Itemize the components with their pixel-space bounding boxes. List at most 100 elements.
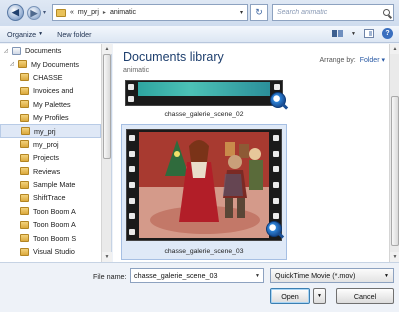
quicktime-icon [266, 221, 282, 237]
folder-icon [20, 247, 29, 256]
selected-file-item[interactable]: chasse_galerie_scene_03 [121, 124, 287, 260]
file-name-label[interactable]: chasse_galerie_scene_03 [126, 248, 282, 255]
open-button[interactable]: Open [270, 288, 310, 304]
cancel-button[interactable]: Cancel [336, 288, 394, 304]
breadcrumb-my-prj[interactable]: my_prj [78, 9, 99, 16]
nav-item[interactable]: My Palettes [0, 98, 101, 111]
organize-menu[interactable]: Organize ▼ [7, 30, 43, 39]
chevron-down-icon: ▼ [384, 272, 389, 279]
forward-button[interactable]: ▶ [27, 6, 41, 20]
cancel-button-label: Cancel [353, 291, 377, 301]
folder-icon [20, 207, 29, 216]
nav-item-label: My Palettes [33, 99, 71, 109]
folder-icon [20, 220, 29, 229]
file-name-input[interactable] [134, 271, 246, 280]
nav-item-label: CHASSE [33, 72, 63, 82]
nav-item-label: Invoices and [33, 86, 74, 96]
arrange-by-value: Folder [359, 57, 380, 64]
address-dropdown-icon[interactable]: ▾ [240, 9, 243, 16]
nav-item[interactable]: Toon Boom A [0, 205, 101, 218]
nav-item[interactable]: Invoices and [0, 84, 101, 97]
search-input[interactable] [277, 9, 377, 16]
file-list-scrollbar[interactable]: ▲ ▼ [389, 44, 399, 262]
file-type-select[interactable]: QuickTime Movie (*.mov) ▼ [270, 268, 394, 283]
nav-item[interactable]: Toon Boom A [0, 218, 101, 231]
breadcrumb-separator-icon[interactable]: ▸ [103, 9, 106, 16]
expand-arrow-icon[interactable]: ◿ [10, 61, 18, 67]
nav-scroll-thumb[interactable] [103, 54, 111, 159]
folder-icon [20, 73, 29, 82]
file-list-pane: Documents library animatic Arrange by: Fo… [113, 44, 399, 262]
refresh-icon: ↻ [255, 7, 263, 17]
scroll-down-icon[interactable]: ▼ [102, 252, 112, 262]
refresh-button[interactable]: ↻ [250, 4, 268, 21]
folder-icon [20, 140, 29, 149]
file-items: chasse_galerie_scene_02 chasse_galerie_s… [113, 80, 389, 262]
search-box[interactable] [272, 4, 394, 21]
nav-item-label: Documents [25, 46, 62, 56]
nav-item[interactable]: My Profiles [0, 111, 101, 124]
navigation-pane: ◿ Documents ◿ My Documents CHASSE Invoices an… [0, 44, 112, 262]
help-icon[interactable]: ? [382, 28, 393, 39]
nav-item[interactable]: Visual Studio [0, 245, 101, 258]
open-options-button[interactable]: ▼ [313, 288, 326, 304]
nav-item[interactable]: Toon Boom S [0, 231, 101, 244]
back-arrow-icon: ◀ [12, 7, 19, 17]
nav-item[interactable]: ShiftTrace [0, 191, 101, 204]
video-thumbnail[interactable] [125, 80, 283, 106]
breadcrumb-animatic[interactable]: animatic [110, 9, 136, 16]
video-frame [138, 82, 270, 96]
library-icon [12, 46, 21, 55]
nav-item[interactable]: my_prj [0, 124, 101, 138]
folder-icon [18, 60, 27, 69]
film-holes [127, 130, 137, 240]
back-button[interactable]: ◀ [7, 4, 24, 21]
toolbar-right: ▼ ? [332, 28, 393, 39]
nav-item[interactable]: ◿ My Documents [0, 57, 101, 70]
new-folder-button[interactable]: New folder [57, 30, 91, 39]
file-list-scroll-thumb[interactable] [391, 96, 399, 246]
search-icon [383, 9, 390, 16]
open-file-dialog: ◀ ▶ ▾ « my_prj ▸ animatic ▾ ↻ Organize▼ … [0, 0, 399, 312]
nav-item-label: ShiftTrace [33, 193, 66, 203]
open-button-label: Open [281, 291, 299, 301]
video-thumbnail[interactable] [126, 129, 282, 241]
nav-item-label: My Profiles [33, 113, 69, 123]
expand-arrow-icon[interactable]: ◿ [4, 48, 12, 54]
folder-icon [20, 113, 29, 122]
arrange-by-dropdown[interactable]: Folder ▾ [360, 57, 385, 64]
dancing-couple-image [139, 132, 269, 238]
file-name-label[interactable]: chasse_galerie_scene_02 [125, 111, 283, 118]
nav-item[interactable]: Projects [0, 151, 101, 164]
address-bar[interactable]: « my_prj ▸ animatic ▾ [52, 4, 248, 21]
nav-item-label: Toon Boom A [33, 220, 76, 230]
nav-item[interactable]: my_proj [0, 138, 101, 151]
file-name-combo[interactable]: ▼ [130, 268, 264, 283]
recent-pages-dropdown[interactable]: ▾ [43, 9, 46, 16]
folder-icon [20, 234, 29, 243]
scroll-up-icon[interactable]: ▲ [102, 44, 112, 54]
nav-item[interactable]: Reviews [0, 165, 101, 178]
breadcrumb-overflow[interactable]: « [70, 9, 74, 16]
nav-item[interactable]: ◿ Documents [0, 44, 101, 57]
scroll-down-icon[interactable]: ▼ [390, 252, 399, 262]
chevron-down-icon: ▼ [38, 31, 44, 37]
chevron-down-icon: ▼ [317, 293, 322, 299]
change-view-icon[interactable] [332, 29, 344, 38]
film-holes [126, 81, 136, 105]
nav-item[interactable]: Sample Mate [0, 178, 101, 191]
quicktime-icon [270, 92, 286, 108]
nav-item-label: my_prj [34, 126, 56, 136]
dialog-footer: File name: ▼ QuickTime Movie (*.mov) ▼ O… [0, 262, 399, 312]
nav-item[interactable]: CHASSE [0, 71, 101, 84]
chevron-down-icon[interactable]: ▼ [255, 273, 260, 279]
folder-icon [20, 100, 29, 109]
preview-pane-icon[interactable] [364, 29, 374, 38]
nav-item-label: Reviews [33, 166, 61, 176]
command-bar: Organize ▼ New folder ▼ ? [0, 26, 399, 43]
folder-icon [21, 127, 30, 136]
view-options-dropdown-icon[interactable]: ▼ [351, 31, 356, 37]
nav-scrollbar[interactable]: ▲ ▼ [101, 44, 112, 262]
file-type-value: QuickTime Movie (*.mov) [275, 271, 356, 280]
scroll-up-icon[interactable]: ▲ [390, 44, 399, 54]
